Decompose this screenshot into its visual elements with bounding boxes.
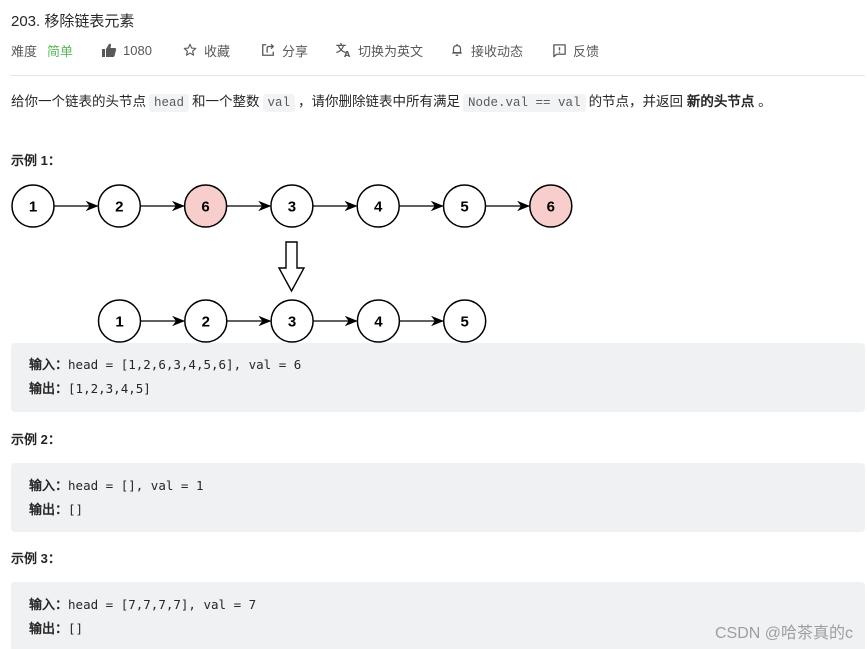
inline-code: Node.val == val [463, 94, 586, 112]
before-node-label: 5 [460, 199, 468, 216]
input-value: head = [], val = 1 [68, 478, 204, 493]
before-node-label: 3 [288, 199, 296, 216]
favorite-button[interactable]: 收藏 [182, 41, 230, 60]
example-2-block: 输入：head = [], val = 1 输出：[] [11, 463, 865, 532]
before-node-label: 1 [29, 199, 37, 216]
input-label: 输入： [29, 598, 69, 613]
input-value: head = [1,2,6,3,4,5,6], val = 6 [68, 357, 302, 372]
header-divider [10, 75, 865, 76]
input-value: head = [7,7,7,7], val = 7 [68, 597, 257, 612]
output-value: [1,2,3,4,5] [68, 381, 151, 396]
svg-text:A: A [344, 50, 351, 58]
description-text: 的节点，并返回 [588, 94, 684, 109]
transform-arrow-icon [277, 241, 306, 293]
description-text: 给你一个链表的头节点 [11, 94, 146, 109]
watermark: CSDN @哈茶真的c [714, 625, 853, 642]
output-value: [] [68, 621, 84, 636]
example-1-block: 输入：head = [1,2,6,3,4,5,6], val = 6 输出：[1… [11, 343, 865, 412]
after-node-label: 3 [288, 314, 296, 331]
output-label: 输出： [29, 382, 69, 397]
description-text: 和一个整数 [192, 94, 260, 109]
share-icon [260, 42, 276, 58]
difficulty-value: 简单 [47, 43, 74, 59]
example-3-title: 示例 3： [11, 551, 61, 566]
subscribe-label: 接收动态 [471, 43, 524, 59]
bell-icon [449, 42, 465, 58]
input-label: 输入： [29, 358, 69, 373]
share-button[interactable]: 分享 [260, 41, 308, 60]
output-value: [] [68, 502, 84, 517]
subscribe-button[interactable]: 接收动态 [449, 41, 523, 60]
switch-language-label: 切换为英文 [357, 43, 423, 59]
linked-list-diagram: 1 2 6 3 4 5 6 1 2 3 4 5 [11, 184, 573, 343]
after-node-label: 1 [115, 314, 123, 331]
like-count: 1080 [123, 42, 152, 58]
translate-icon: 文A [336, 42, 352, 58]
after-node-label: 2 [202, 314, 210, 331]
before-node-label: 6 [547, 199, 555, 216]
thumbs-up-icon [101, 42, 117, 58]
description-bold: 新的头节点 [686, 94, 755, 109]
inline-code: head [149, 94, 190, 112]
description-text: 。 [758, 94, 772, 109]
problem-title: 203. 移除链表元素 [11, 13, 135, 30]
problem-description: 给你一个链表的头节点 head 和一个整数 val ，请你删除链表中所有满足 Node.v… [11, 91, 772, 114]
inline-code: val [262, 94, 296, 112]
problem-meta-bar: 难度 简单 1080 收藏 分享 文A 切换为英文 接收动态 反馈 [11, 40, 599, 60]
after-node-label: 4 [374, 314, 383, 331]
switch-language-button[interactable]: 文A 切换为英文 [336, 41, 423, 60]
example-2-title: 示例 2： [11, 432, 61, 447]
before-node-label: 4 [374, 199, 383, 216]
like-button[interactable]: 1080 [101, 42, 152, 58]
favorite-label: 收藏 [203, 43, 230, 59]
example-1-title: 示例 1： [11, 153, 61, 168]
before-node-label: 6 [201, 199, 209, 216]
feedback-icon [551, 42, 567, 58]
after-node-label: 5 [461, 314, 469, 331]
input-label: 输入： [29, 479, 69, 494]
feedback-button[interactable]: 反馈 [551, 41, 599, 60]
output-label: 输出： [29, 622, 69, 637]
description-text: ，请你删除链表中所有满足 [298, 94, 461, 109]
before-node-label: 2 [115, 199, 123, 216]
share-label: 分享 [281, 43, 308, 59]
feedback-label: 反馈 [573, 43, 600, 59]
output-label: 输出： [29, 503, 69, 518]
difficulty-label: 难度 [11, 43, 38, 59]
star-icon [182, 42, 198, 58]
